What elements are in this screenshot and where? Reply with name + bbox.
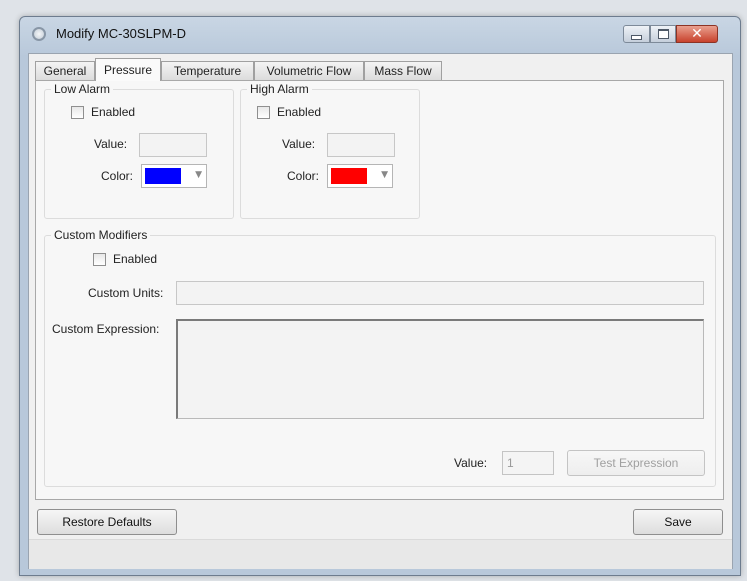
- high-alarm-enabled-label: Enabled: [277, 105, 322, 119]
- low-alarm-value-input[interactable]: [139, 133, 207, 157]
- custom-modifiers-enabled-checkbox[interactable]: [93, 253, 106, 266]
- pressure-tab-page: Low Alarm Enabled Value: Color: ▼ High A…: [35, 80, 724, 500]
- high-alarm-group: High Alarm Enabled Value: Color: ▼: [240, 82, 420, 219]
- maximize-button[interactable]: [650, 25, 676, 43]
- test-expression-button[interactable]: Test Expression: [567, 450, 705, 476]
- custom-units-input[interactable]: [176, 281, 704, 305]
- title-bar[interactable]: Modify MC-30SLPM-D ✕: [20, 17, 740, 51]
- low-alarm-color-swatch: [145, 168, 181, 184]
- tab-pressure[interactable]: Pressure: [95, 58, 161, 81]
- expression-value-label: Value:: [454, 456, 488, 470]
- high-alarm-value-label: Value:: [282, 137, 316, 151]
- custom-expression-label: Custom Expression:: [52, 322, 160, 336]
- minimize-icon: [631, 34, 642, 40]
- app-settings-icon: [32, 27, 46, 41]
- restore-defaults-button[interactable]: Restore Defaults: [37, 509, 177, 535]
- modify-dialog-window: Modify MC-30SLPM-D ✕ General Pressure Te…: [19, 16, 741, 576]
- high-alarm-color-label: Color:: [287, 169, 320, 183]
- high-alarm-color-swatch: [331, 168, 367, 184]
- window-title: Modify MC-30SLPM-D: [56, 26, 187, 41]
- low-alarm-color-select[interactable]: ▼: [141, 164, 207, 188]
- chevron-down-icon: ▼: [381, 170, 388, 180]
- low-alarm-enabled-label: Enabled: [91, 105, 136, 119]
- custom-modifiers-enabled-label: Enabled: [113, 252, 158, 266]
- low-alarm-value-label: Value:: [94, 137, 128, 151]
- high-alarm-value-input[interactable]: [327, 133, 395, 157]
- tab-mass-flow[interactable]: Mass Flow: [364, 61, 442, 80]
- expression-value-field: 1: [502, 451, 554, 475]
- custom-expression-textarea[interactable]: [176, 319, 704, 419]
- status-strip: [29, 539, 732, 569]
- high-alarm-title: High Alarm: [247, 82, 312, 96]
- tab-general[interactable]: General: [35, 61, 95, 80]
- low-alarm-color-label: Color:: [101, 169, 134, 183]
- low-alarm-enabled-checkbox[interactable]: [71, 106, 84, 119]
- high-alarm-color-select[interactable]: ▼: [327, 164, 393, 188]
- dialog-client-area: General Pressure Temperature Volumetric …: [28, 53, 733, 569]
- tab-temperature[interactable]: Temperature: [161, 61, 254, 80]
- custom-modifiers-title: Custom Modifiers: [51, 228, 151, 242]
- low-alarm-group: Low Alarm Enabled Value: Color: ▼: [44, 82, 234, 219]
- tab-volumetric-flow[interactable]: Volumetric Flow: [254, 61, 364, 80]
- maximize-icon: [657, 29, 669, 39]
- chevron-down-icon: ▼: [195, 170, 202, 180]
- low-alarm-title: Low Alarm: [51, 82, 114, 96]
- custom-units-label: Custom Units:: [88, 286, 164, 300]
- close-button[interactable]: ✕: [676, 25, 718, 43]
- minimize-button[interactable]: [623, 25, 650, 43]
- high-alarm-enabled-checkbox[interactable]: [257, 106, 270, 119]
- close-icon: ✕: [691, 26, 703, 42]
- save-button[interactable]: Save: [633, 509, 723, 535]
